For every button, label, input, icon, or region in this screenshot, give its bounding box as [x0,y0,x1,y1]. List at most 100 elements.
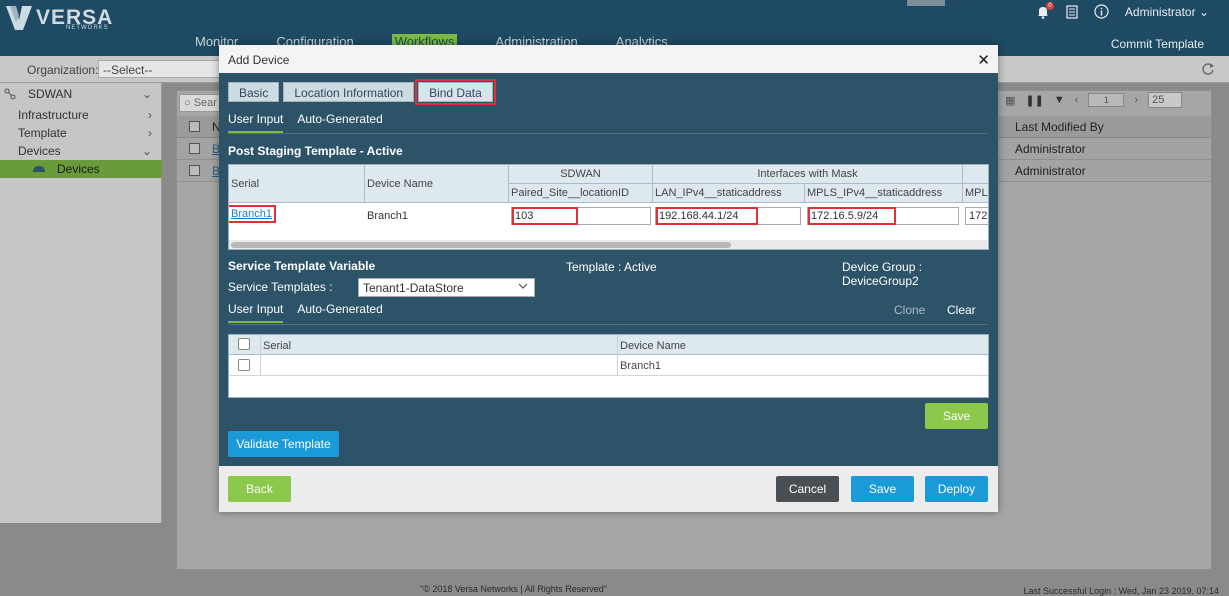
table-row[interactable]: Branch1 [229,355,988,376]
versa-logo-icon [6,6,32,30]
commit-template-link[interactable]: Commit Template [1111,37,1204,51]
mpls-ipv4-input[interactable]: 172.16.5.9/24 [807,207,959,225]
template-status: Template : Active [566,260,657,274]
mpls-ipv4-value: 172.16.5.9/24 [808,207,896,225]
subtab-auto-generated[interactable]: Auto-Generated [297,112,382,133]
horizontal-scrollbar[interactable] [229,240,988,249]
page-input[interactable]: 1 [1088,93,1125,107]
divider [228,133,988,134]
cancel-button[interactable]: Cancel [776,476,839,502]
clone-button[interactable]: Clone [894,303,925,317]
serial-link[interactable]: Branch1 [229,205,276,223]
lan-ipv4-input[interactable]: 192.168.44.1/24 [655,207,801,225]
grid-col-last-modified: Last Modified By [1015,120,1104,134]
next-page-icon[interactable]: › [1134,94,1138,106]
sidebar-item-devices[interactable]: Devices ⌄ [0,142,162,160]
notification-bell-icon[interactable]: 0 [1036,1,1054,19]
service-table-header: Serial Device Name [229,335,988,355]
dialog-tabs: Basic Location Information Bind Data [228,79,496,105]
export-icon[interactable]: ▦ [1005,94,1015,107]
prev-page-icon[interactable]: ‹ [1075,94,1079,106]
service-save-button[interactable]: Save [925,403,988,429]
tab-bind-data[interactable]: Bind Data [415,79,496,105]
user-name: Administrator [1124,4,1196,19]
sidebar-item-label: Template [18,126,67,140]
tasks-icon[interactable] [1066,4,1078,19]
service-template-title: Service Template Variable [228,259,376,273]
tab-basic[interactable]: Basic [228,82,280,102]
chevron-down-icon: ⌄ [1198,4,1209,19]
sidebar-subitem-devices[interactable]: Devices [0,160,162,178]
add-device-dialog: Add Device ✕ Basic Location Information … [219,45,998,512]
device-group-label: Device Group : DeviceGroup2 [842,260,923,288]
sidebar-root-sdwan[interactable]: SDWAN ⌄ [0,85,162,103]
col-group-extra [963,165,988,184]
grid-search-input[interactable]: ○ Sear [179,94,223,112]
refresh-icon[interactable] [1201,62,1215,76]
paired-site-value: 103 [512,207,578,225]
paired-site-input[interactable]: 103 [511,207,651,225]
row-checkbox[interactable] [189,143,200,154]
dialog-title: Add Device [228,53,290,67]
col-header-mpls-partial: MPLS [963,184,988,203]
col-header-device-name: Device Name [365,165,509,203]
col-group-sdwan: SDWAN [509,165,653,184]
subtab-user-input[interactable]: User Input [228,112,284,133]
column-divider [260,335,261,376]
select-all-checkbox[interactable] [189,121,200,132]
dialog-footer: Back Cancel Save Deploy [219,466,998,512]
deploy-button[interactable]: Deploy [925,476,988,502]
columns-icon[interactable]: ❚❚ [1025,94,1043,107]
service-template-table: Serial Device Name Branch1 [228,334,989,398]
col-header-paired-site: Paired_Site__locationID [509,184,653,203]
mpls-extra-input[interactable]: 172. [965,207,988,225]
user-menu[interactable]: Administrator ⌄ [1125,5,1209,19]
subtab-auto-generated[interactable]: Auto-Generated [297,302,382,323]
chevron-down-icon: ⌄ [141,87,152,101]
save-button[interactable]: Save [851,476,914,502]
service-templates-select[interactable]: Tenant1-DataStore [358,278,535,297]
sidebar-root-label: SDWAN [28,87,73,101]
back-button[interactable]: Back [228,476,291,502]
sidebar-item-infrastructure[interactable]: Infrastructure › [0,106,162,124]
col-group-interfaces: Interfaces with Mask [653,165,963,184]
bind-data-subtabs: User Input Auto-Generated [228,112,383,133]
search-placeholder: Sear [193,97,217,109]
divider [228,324,988,325]
col-header-device-name: Device Name [620,340,687,352]
device-icon [33,166,45,172]
filter-icon[interactable]: ▼ [1054,94,1065,106]
select-all-checkbox[interactable] [238,338,250,350]
scrollbar-thumb[interactable] [231,242,731,248]
lan-ipv4-value: 192.168.44.1/24 [656,207,758,225]
col-header-mpls: MPLS_IPv4__staticaddress [805,184,963,203]
post-staging-table: Serial Device Name SDWAN Paired_Site__lo… [228,164,989,250]
subtab-user-input[interactable]: User Input [228,302,284,323]
row-checkbox[interactable] [189,165,200,176]
grid-toolbar: ▦ ❚❚ ▼ ‹ 1 › 25 [1005,92,1183,108]
row-last-modified: Administrator [1015,164,1086,178]
sidebar-item-label: Infrastructure [18,108,89,122]
app-footer: "© 2018 Versa Networks | All Rights Rese… [0,579,1229,596]
chevron-down-icon: ⌄ [141,144,152,158]
row-checkbox[interactable] [238,359,250,371]
page-size-select[interactable]: 25 [1148,92,1183,108]
organization-select[interactable]: --Select-- [98,60,228,78]
info-icon[interactable] [1094,4,1109,19]
sidebar-item-label: Devices [57,162,100,176]
versa-logo[interactable]: VERSA NETWORKS [6,4,112,31]
notification-badge: 0 [1045,1,1054,10]
chevron-right-icon: › [148,126,152,140]
close-icon[interactable]: ✕ [977,51,990,69]
tab-location-information[interactable]: Location Information [283,82,415,102]
sidebar-item-template[interactable]: Template › [0,124,162,142]
service-subtabs: User Input Auto-Generated [228,302,383,323]
col-header-lan: LAN_IPv4__staticaddress [653,184,805,203]
validate-template-button[interactable]: Validate Template [228,431,339,457]
device-name-cell: Branch1 [367,210,408,222]
clear-button[interactable]: Clear [947,303,976,317]
sdwan-icon [4,88,16,100]
sidebar: SDWAN ⌄ Infrastructure › Template › Devi… [0,83,162,523]
col-header-serial: Serial [229,165,365,203]
header-actions: 0 Administrator ⌄ [1036,1,1209,19]
